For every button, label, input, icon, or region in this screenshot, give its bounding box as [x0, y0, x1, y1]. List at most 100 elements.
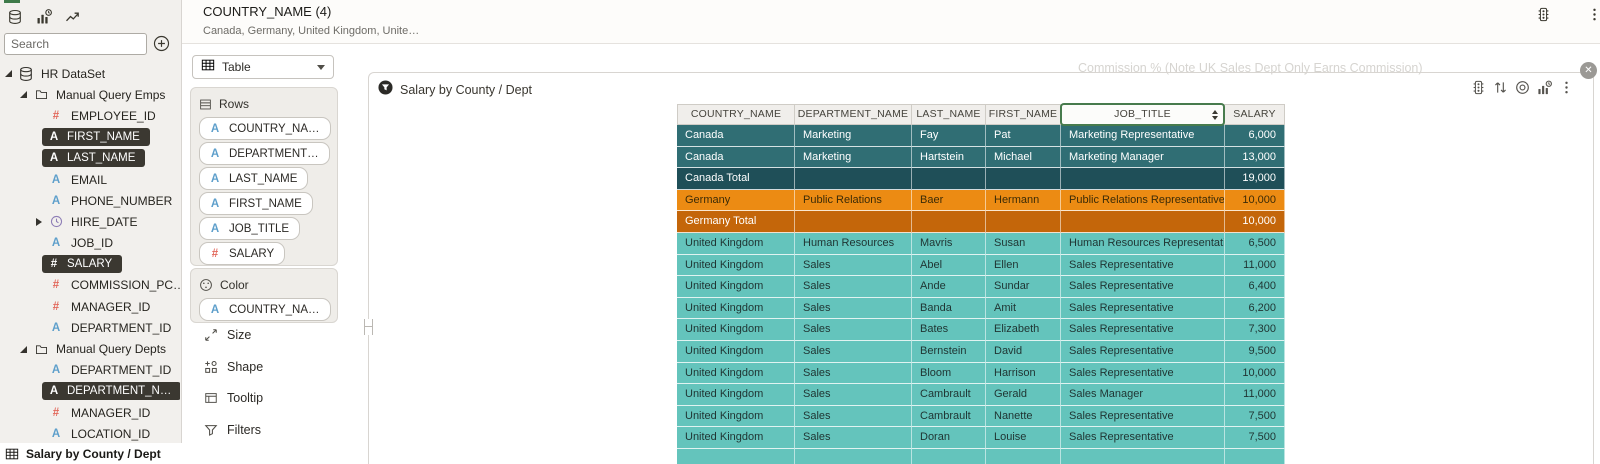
field-item[interactable]: A EMAIL: [0, 169, 180, 190]
dataset-node[interactable]: HR DataSet: [0, 63, 180, 84]
data-tab-icon[interactable]: [6, 8, 23, 25]
grammar-chip[interactable]: A LAST_NAME: [199, 167, 309, 190]
table-cell: Sales: [795, 276, 912, 298]
table-row[interactable]: United Kingdom Sales Banda Amit Sales Repres…: [677, 297, 1285, 320]
column-header[interactable]: FIRST_NAME: [986, 104, 1061, 125]
table-cell: Ellen: [986, 254, 1061, 277]
sort-icon[interactable]: [1493, 80, 1508, 95]
column-header[interactable]: LAST_NAME: [912, 104, 986, 125]
field-label: DEPARTMENT_N…: [67, 385, 172, 398]
viz-properties-label: Salary by County / Dept: [26, 446, 161, 461]
table-row[interactable]: United Kingdom Sales Bernstein David Sales R…: [677, 340, 1285, 363]
status-lights-icon[interactable]: [1471, 80, 1486, 95]
expand-icon[interactable]: [36, 217, 42, 226]
table-cell: [795, 211, 912, 233]
table-row[interactable]: United Kingdom Human Resources Mavris Susan…: [677, 232, 1285, 255]
table-row[interactable]: Canada Total 19,000: [677, 168, 1285, 190]
search-input[interactable]: [4, 33, 147, 55]
table-row[interactable]: United Kingdom Sales Bloom Harrison Sales Re…: [677, 362, 1285, 385]
viz-canvas: Commission % (Note UK Sales Dept Only Ea…: [360, 44, 1600, 464]
table-row[interactable]: Germany Total 10,000: [677, 211, 1285, 233]
table-cell: 6,200: [1225, 297, 1285, 320]
grammar-chip[interactable]: A COUNTRY_NA…: [199, 298, 331, 321]
field-label: LOCATION_ID: [71, 426, 151, 441]
sorted-column-box[interactable]: JOB_TITLE: [1060, 103, 1225, 126]
table-cell: Cambrault: [912, 384, 986, 406]
table-row[interactable]: United Kingdom Sales Bates Elizabeth Sales R…: [677, 319, 1285, 341]
menu-icon[interactable]: [1559, 80, 1574, 95]
grammar-chip-label: JOB_TITLE: [229, 222, 290, 235]
table-row[interactable]: United Kingdom Sales Doran Louise Sales Repr…: [677, 427, 1285, 449]
field-item[interactable]: # MANAGER_ID: [0, 296, 180, 317]
size-dropzone[interactable]: Size: [203, 328, 251, 342]
field-label: SALARY: [67, 258, 113, 271]
viz-type-dropdown[interactable]: Table: [192, 55, 334, 79]
field-item[interactable]: A LAST_NAME: [0, 148, 180, 169]
field-item[interactable]: A DEPARTMENT_ID: [0, 317, 180, 338]
string-icon: A: [51, 173, 61, 186]
analytics-tab-icon[interactable]: [64, 8, 81, 25]
shape-dropzone[interactable]: Shape: [203, 360, 263, 374]
field-item[interactable]: HIRE_DATE: [0, 211, 180, 232]
grammar-chip[interactable]: # SALARY: [199, 242, 286, 265]
menu-icon[interactable]: [1587, 7, 1600, 23]
table-cell: Sales: [795, 254, 912, 277]
size-label: Size: [227, 328, 252, 342]
close-icon[interactable]: [1580, 62, 1597, 79]
table-row[interactable]: United Kingdom Sales Cambrault Nanette Sales…: [677, 405, 1285, 428]
status-lights-icon[interactable]: [1536, 7, 1552, 23]
table-cell: Amit: [986, 297, 1061, 320]
tooltip-dropzone[interactable]: Tooltip: [203, 391, 263, 405]
grammar-chip[interactable]: A JOB_TITLE: [199, 217, 301, 240]
field-label: PHONE_NUMBER: [71, 193, 173, 208]
table-row[interactable]: Germany Public Relations Baer Hermann Public…: [677, 189, 1285, 212]
expand-icon[interactable]: [5, 70, 12, 78]
field-item[interactable]: A LOCATION_ID: [0, 423, 180, 443]
table-cell: Public Relations Representative: [1061, 189, 1225, 212]
table-header-row: COUNTRY_NAME DEPARTMENT_NAME LAST_NAME FIRS…: [677, 103, 1285, 126]
add-data-icon[interactable]: [153, 35, 171, 53]
table-row[interactable]: Canada Marketing Fay Pat Marketing Represent…: [677, 125, 1285, 147]
selected-field-chip[interactable]: A DEPARTMENT_N…: [42, 382, 180, 401]
field-item[interactable]: # MANAGER_ID: [0, 402, 180, 423]
field-item[interactable]: A DEPARTMENT_N…: [0, 381, 180, 402]
field-item[interactable]: A PHONE_NUMBER: [0, 190, 180, 211]
table-row[interactable]: United Kingdom Sales Abel Ellen Sales Repres…: [677, 254, 1285, 277]
field-item[interactable]: A DEPARTMENT_ID: [0, 360, 180, 381]
filter-bar[interactable]: COUNTRY_NAME (4) Canada, Germany, United…: [182, 0, 1600, 44]
column-header[interactable]: COUNTRY_NAME: [677, 104, 795, 125]
field-item[interactable]: A FIRST_NAME: [0, 127, 180, 148]
viz-properties-tab[interactable]: Salary by County / Dept: [0, 443, 182, 464]
grammar-chip[interactable]: A COUNTRY_NA…: [199, 117, 331, 140]
table-row[interactable]: United Kingdom Sales Ande Sundar Sales Repre…: [677, 276, 1285, 298]
field-item[interactable]: # EMPLOYEE_ID: [0, 105, 180, 126]
expand-icon[interactable]: [20, 91, 27, 99]
table-cell: Marketing: [795, 146, 912, 169]
column-header[interactable]: SALARY: [1225, 104, 1285, 125]
field-label: EMAIL: [71, 172, 108, 187]
table-cell: Sales Representative: [1061, 254, 1225, 277]
panel-resize-handle[interactable]: [364, 319, 373, 335]
column-header[interactable]: DEPARTMENT_NAME: [795, 104, 912, 125]
table-row[interactable]: United Kingdom Sales Cambrault Gerald Sales …: [677, 384, 1285, 406]
selected-field-chip[interactable]: # SALARY: [42, 255, 123, 274]
field-item[interactable]: A JOB_ID: [0, 233, 180, 254]
table-row[interactable]: Canada Marketing Hartstein Michael Marketing…: [677, 146, 1285, 169]
grammar-chip[interactable]: A DEPARTMENT…: [199, 142, 330, 165]
grammar-chip[interactable]: A FIRST_NAME: [199, 192, 313, 215]
selected-field-chip[interactable]: A FIRST_NAME: [42, 128, 150, 147]
folder-node[interactable]: Manual Query Emps: [0, 84, 180, 105]
expand-icon[interactable]: [20, 345, 27, 353]
selected-field-chip[interactable]: A LAST_NAME: [42, 149, 146, 168]
database-icon: [18, 66, 34, 82]
visualizations-tab-icon[interactable]: [35, 8, 52, 25]
chart-refresh-icon[interactable]: [1537, 80, 1552, 95]
table-row[interactable]: [677, 448, 1285, 464]
drill-target-icon[interactable]: [1515, 80, 1530, 95]
dataset-label: HR DataSet: [41, 66, 106, 81]
filters-dropzone[interactable]: Filters: [203, 423, 261, 437]
column-header[interactable]: JOB_TITLE: [1060, 103, 1225, 126]
folder-node[interactable]: Manual Query Depts: [0, 338, 180, 359]
field-item[interactable]: # COMMISSION_PC…: [0, 275, 180, 296]
field-item[interactable]: # SALARY: [0, 254, 180, 275]
